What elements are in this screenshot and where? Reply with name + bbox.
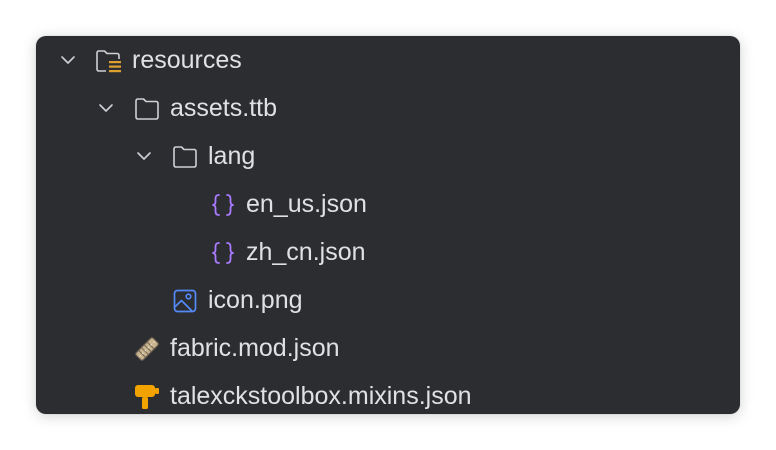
tree-item-label: resources <box>132 46 242 74</box>
tree-item-label: assets.ttb <box>170 94 277 122</box>
tree-item-mixins-json[interactable]: talexckstoolbox.mixins.json <box>36 372 740 414</box>
tree-item-label: talexckstoolbox.mixins.json <box>170 382 472 410</box>
image-file-icon <box>171 287 199 315</box>
tree-item-assets-ttb[interactable]: assets.ttb <box>36 84 740 132</box>
chevron-down-icon[interactable] <box>58 50 78 70</box>
chevron-down-icon[interactable] <box>134 146 154 166</box>
tree-item-lang[interactable]: lang <box>36 132 740 180</box>
project-tree-panel: resources assets.ttb lang en_us.json zh_… <box>36 36 740 414</box>
tree-item-icon-png[interactable]: icon.png <box>36 276 740 324</box>
tree-item-zh-cn-json[interactable]: zh_cn.json <box>36 228 740 276</box>
json-braces-icon <box>209 191 237 219</box>
resources-folder-icon <box>94 47 122 75</box>
json-braces-icon <box>209 239 237 267</box>
tree-item-resources[interactable]: resources <box>36 36 740 84</box>
mixin-icon <box>133 383 161 411</box>
tree-item-label: fabric.mod.json <box>170 334 340 362</box>
folder-icon <box>171 143 199 171</box>
fabric-icon <box>133 335 161 363</box>
tree-item-label: lang <box>208 142 256 170</box>
tree-item-label: zh_cn.json <box>246 238 366 266</box>
tree-item-en-us-json[interactable]: en_us.json <box>36 180 740 228</box>
tree-item-label: en_us.json <box>246 190 367 218</box>
tree-item-label: icon.png <box>208 286 303 314</box>
tree-item-fabric-mod-json[interactable]: fabric.mod.json <box>36 324 740 372</box>
folder-icon <box>133 95 161 123</box>
chevron-down-icon[interactable] <box>96 98 116 118</box>
